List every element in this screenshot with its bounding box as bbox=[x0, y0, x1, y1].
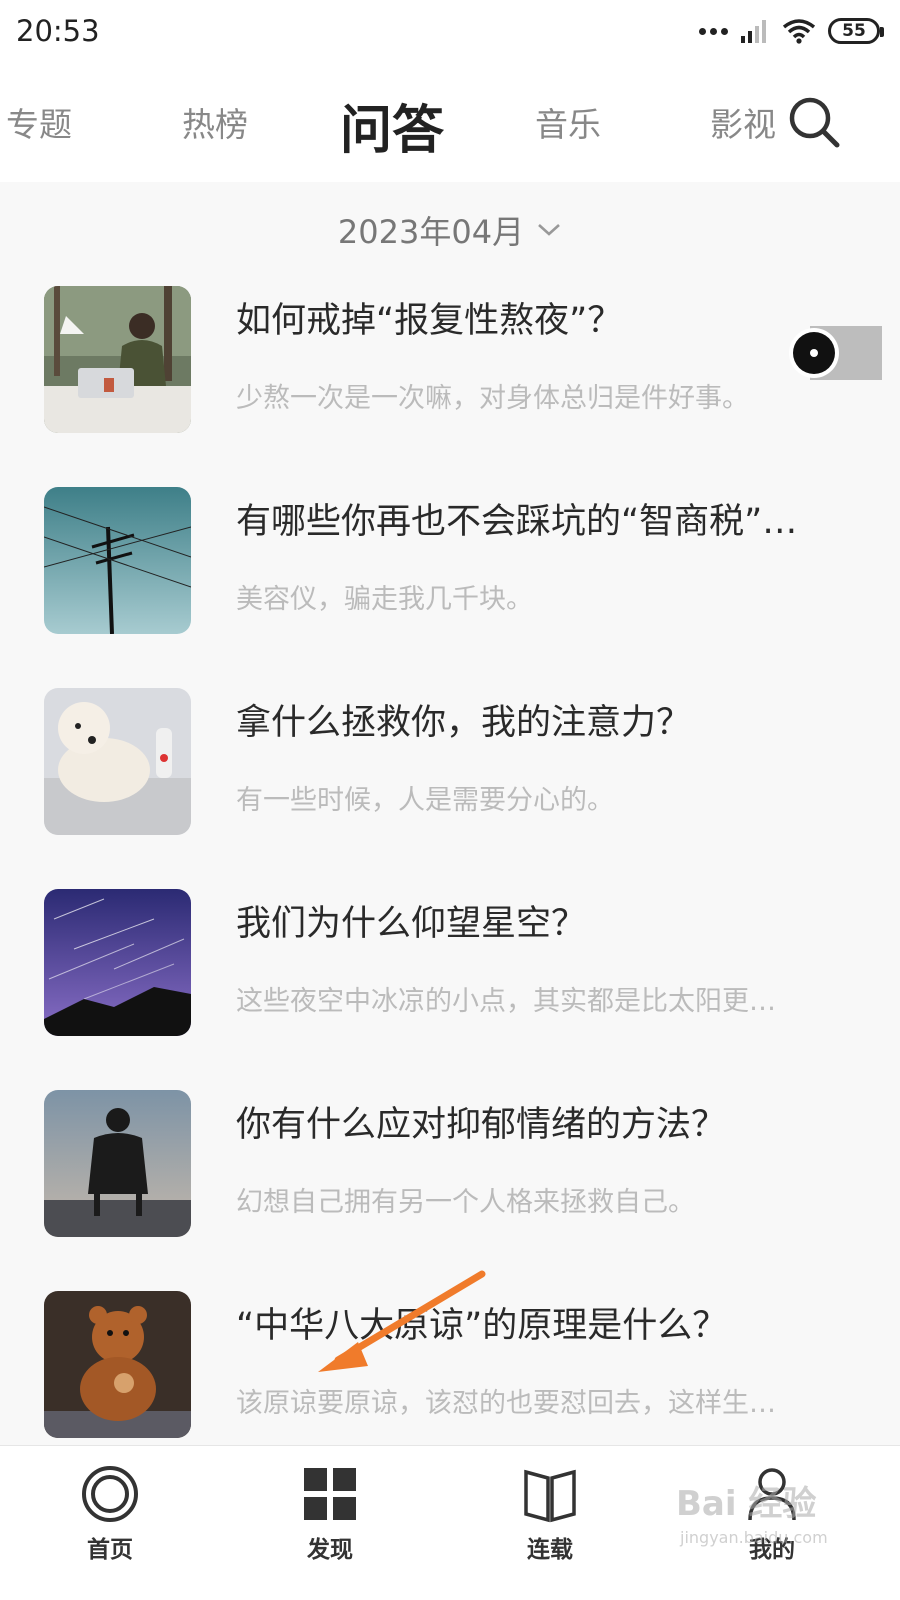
tab-hot-list[interactable]: 热榜 bbox=[182, 98, 248, 146]
nav-serial[interactable]: 连载 bbox=[490, 1464, 610, 1564]
battery-indicator: 55 bbox=[828, 18, 884, 44]
list-item[interactable]: 拿什么拯救你，我的注意力？ 有一些时候，人是需要分心的。 bbox=[0, 682, 900, 883]
list-item[interactable]: 你有什么应对抑郁情绪的方法？ 幻想自己拥有另一个人格来拯救自己。 bbox=[0, 1084, 900, 1285]
thumbnail-image bbox=[44, 1090, 191, 1237]
nav-home-label: 首页 bbox=[87, 1537, 133, 1563]
item-subtitle: 该原谅要原谅，该怼的也要怼回去，这样生… bbox=[236, 1388, 776, 1419]
chevron-down-icon bbox=[538, 224, 560, 236]
item-title: 你有什么应对抑郁情绪的方法？ bbox=[236, 1105, 727, 1145]
more-dots-icon bbox=[699, 27, 728, 35]
item-subtitle: 少熬一次是一次嘛，对身体总归是件好事。 bbox=[236, 383, 749, 414]
item-subtitle: 这些夜空中冰凉的小点，其实都是比太阳更… bbox=[236, 986, 776, 1017]
top-tab-bar: 专题 热榜 问答 音乐 影视 bbox=[0, 64, 900, 182]
book-icon bbox=[524, 1469, 576, 1523]
item-subtitle: 美容仪，骗走我几千块。 bbox=[236, 584, 533, 615]
nav-home[interactable]: 首页 bbox=[50, 1464, 170, 1564]
tab-qa[interactable]: 问答 bbox=[340, 88, 444, 163]
watermark-brand: Bai 经验 bbox=[676, 1484, 817, 1524]
thumbnail-image bbox=[44, 286, 191, 433]
list-item[interactable]: 我们为什么仰望星空？ 这些夜空中冰凉的小点，其实都是比太阳更… bbox=[0, 883, 900, 1084]
status-time: 20:53 bbox=[16, 14, 100, 48]
tab-film[interactable]: 影视 bbox=[710, 98, 776, 146]
watermark-logo: Bai 经验 jingyan.baidu.com bbox=[676, 1476, 836, 1552]
nav-serial-label: 连载 bbox=[527, 1537, 573, 1563]
thumbnail-image bbox=[44, 1291, 191, 1438]
signal-icon bbox=[741, 20, 766, 43]
item-subtitle: 幻想自己拥有另一个人格来拯救自己。 bbox=[236, 1187, 695, 1218]
tab-music[interactable]: 音乐 bbox=[535, 98, 601, 146]
watermark-site: jingyan.baidu.com bbox=[680, 1528, 828, 1547]
status-icons: 55 bbox=[699, 16, 884, 46]
month-label: 2023年04月 bbox=[337, 213, 525, 251]
item-title: 有哪些你再也不会踩坑的“智商税”… bbox=[236, 502, 798, 542]
thumbnail-image bbox=[44, 487, 191, 634]
item-subtitle: 有一些时候，人是需要分心的。 bbox=[236, 785, 614, 816]
grid-icon bbox=[304, 1468, 356, 1520]
nav-discover[interactable]: 发现 bbox=[270, 1464, 390, 1564]
annotation-arrow-icon bbox=[318, 1270, 486, 1372]
list-item[interactable]: 如何戒掉“报复性熬夜”？ 少熬一次是一次嘛，对身体总归是件好事。 bbox=[0, 280, 900, 481]
item-title: 如何戒掉“报复性熬夜”？ bbox=[236, 301, 623, 341]
status-bar: 20:53 55 bbox=[0, 0, 900, 64]
month-selector[interactable]: 2023年04月 bbox=[0, 182, 900, 278]
nav-discover-label: 发现 bbox=[307, 1537, 353, 1563]
item-title: 拿什么拯救你，我的注意力？ bbox=[236, 703, 692, 743]
list-item[interactable]: 有哪些你再也不会踩坑的“智商税”… 美容仪，骗走我几千块。 bbox=[0, 481, 900, 682]
home-circle-icon bbox=[82, 1466, 138, 1522]
thumbnail-image bbox=[44, 889, 191, 1036]
item-title: 我们为什么仰望星空？ bbox=[236, 904, 587, 944]
thumbnail-image bbox=[44, 688, 191, 835]
search-icon[interactable] bbox=[786, 94, 842, 150]
wifi-icon bbox=[782, 19, 816, 44]
floating-toggle-button[interactable] bbox=[788, 326, 882, 380]
tab-topics[interactable]: 专题 bbox=[6, 98, 72, 146]
